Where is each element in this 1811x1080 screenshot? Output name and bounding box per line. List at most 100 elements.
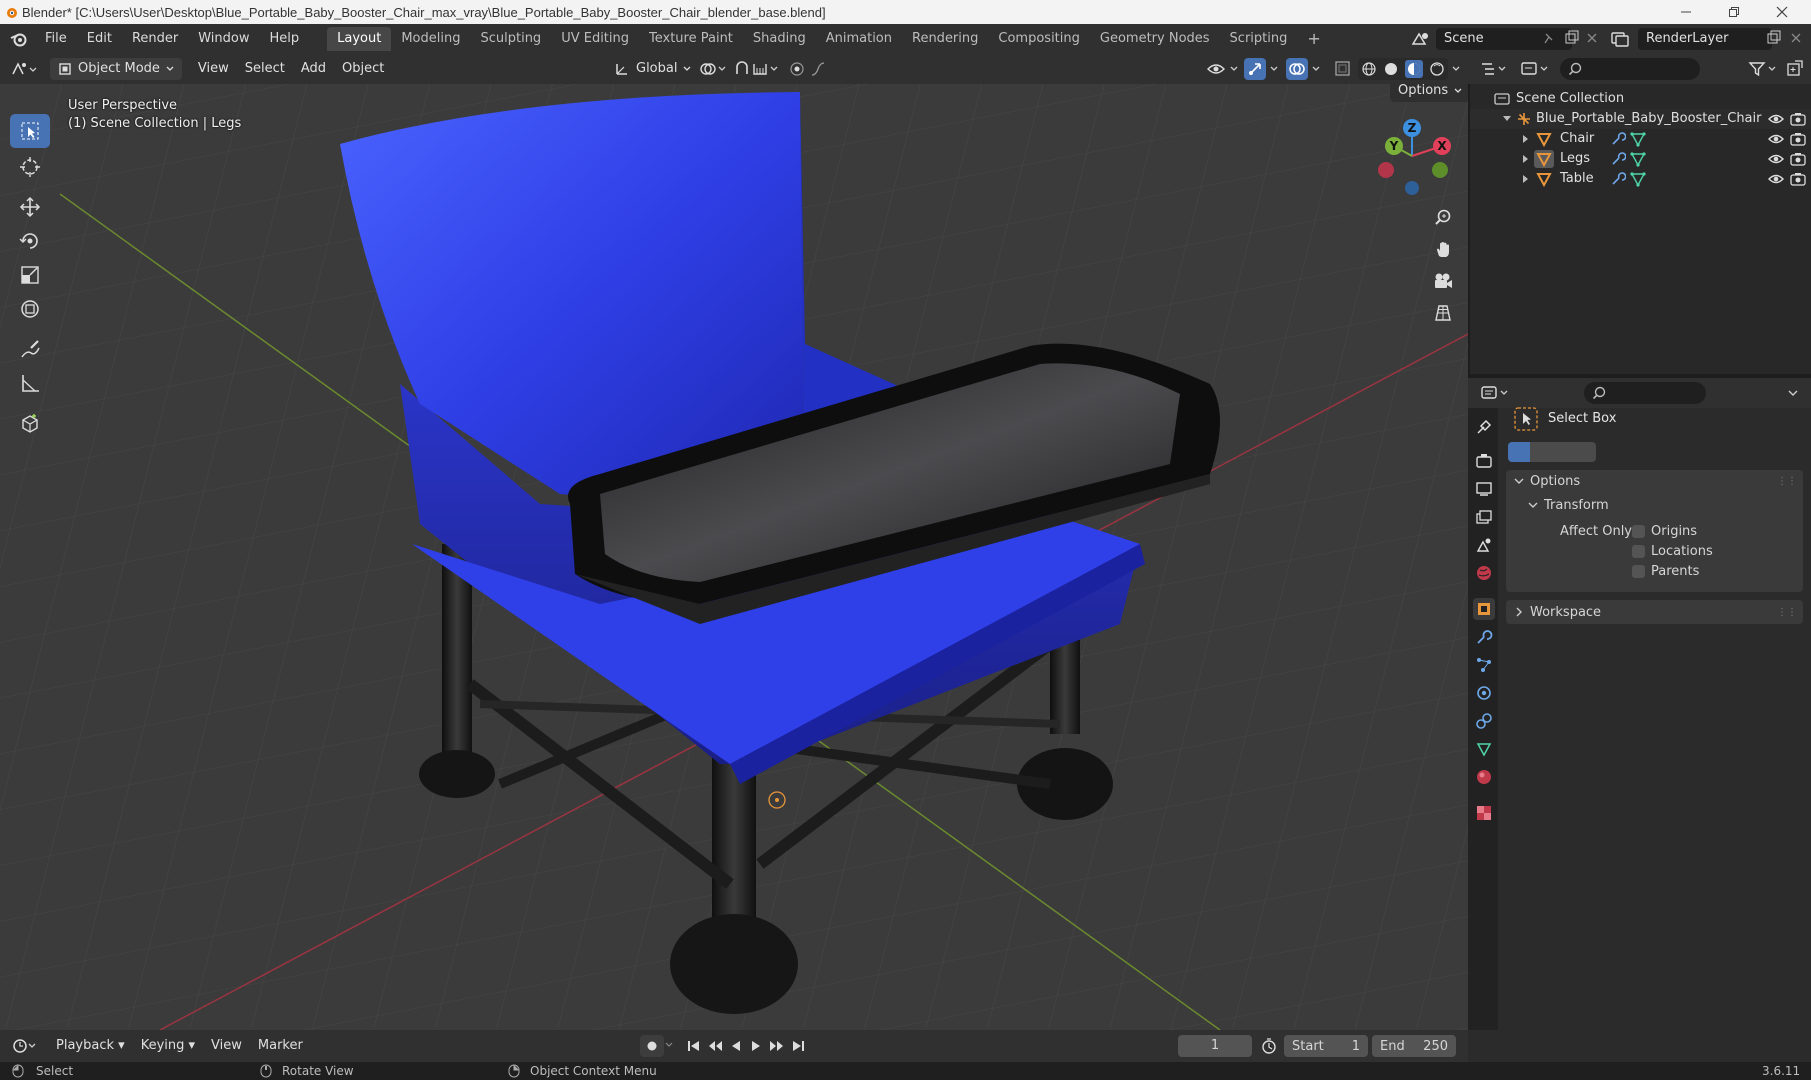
drag-handle-icon[interactable]: ⋮⋮ <box>1777 607 1797 618</box>
measure-tool[interactable] <box>10 366 50 400</box>
snap-icon[interactable] <box>734 60 782 78</box>
tab-scripting[interactable]: Scripting <box>1220 27 1298 51</box>
viewport-options-dropdown[interactable]: Options <box>1390 84 1468 102</box>
move-tool[interactable] <box>10 190 50 224</box>
record-button[interactable] <box>640 1035 664 1057</box>
tab-world[interactable] <box>1473 562 1495 584</box>
overlays-toggle-button[interactable] <box>1286 58 1308 80</box>
outliner-row-table[interactable]: Table <box>1470 169 1811 189</box>
tab-layout[interactable]: Layout <box>327 27 392 51</box>
origins-checkbox[interactable]: Origins <box>1632 524 1697 539</box>
record-dropdown-icon[interactable] <box>664 1040 674 1050</box>
tab-scene[interactable] <box>1473 534 1495 556</box>
mode-set-button[interactable] <box>1508 442 1530 462</box>
new-collection-icon[interactable] <box>1786 60 1804 78</box>
render-layer-field[interactable]: RenderLayer <box>1638 28 1772 50</box>
mode-subtract-button[interactable] <box>1552 442 1574 462</box>
pan-button[interactable] <box>1430 236 1456 262</box>
select-box-tool[interactable] <box>10 114 50 148</box>
cursor-tool[interactable] <box>10 150 50 184</box>
tab-material[interactable] <box>1473 766 1495 788</box>
prev-keyframe-icon[interactable] <box>707 1039 723 1053</box>
outliner-row-chair[interactable]: Chair <box>1470 129 1811 149</box>
eye-icon[interactable] <box>1768 112 1784 126</box>
material-preview-shading-icon[interactable] <box>1405 60 1423 78</box>
outliner-row-scene-collection[interactable]: Scene Collection <box>1470 89 1811 109</box>
chevron-down-icon[interactable] <box>1786 386 1800 400</box>
transform-subpanel-header[interactable]: Transform <box>1506 494 1803 516</box>
minimize-button[interactable] <box>1663 0 1709 24</box>
tab-object[interactable] <box>1473 598 1495 620</box>
add-cube-tool[interactable] <box>10 406 50 440</box>
viewport-menu-object[interactable]: Object <box>334 58 392 80</box>
zoom-button[interactable] <box>1430 204 1456 230</box>
properties-search-input[interactable] <box>1584 382 1706 404</box>
expand-down-icon[interactable] <box>1502 115 1512 123</box>
add-workspace-button[interactable]: + <box>1297 27 1330 51</box>
tab-view-layer[interactable] <box>1473 506 1495 528</box>
workspace-panel[interactable]: Workspace ⋮⋮ <box>1506 600 1803 624</box>
transform-orientation-dropdown[interactable]: Global <box>606 58 699 80</box>
mode-invert-button[interactable] <box>1574 442 1596 462</box>
scale-tool[interactable] <box>10 258 50 292</box>
menu-render[interactable]: Render <box>122 28 188 50</box>
scene-icon[interactable] <box>1410 30 1432 48</box>
tab-physics[interactable] <box>1473 682 1495 704</box>
delete-scene-icon[interactable] <box>1586 32 1598 44</box>
pin-icon[interactable] <box>1542 32 1556 46</box>
visibility-selectability-icon[interactable] <box>1206 60 1242 78</box>
tab-render[interactable] <box>1473 450 1495 472</box>
camera-view-button[interactable] <box>1430 268 1456 294</box>
tab-texture-paint[interactable]: Texture Paint <box>639 27 743 51</box>
menu-help[interactable]: Help <box>260 28 310 50</box>
properties-editor-type-icon[interactable] <box>1480 384 1510 402</box>
render-layer-icon[interactable] <box>1610 30 1630 48</box>
locations-checkbox[interactable]: Locations <box>1632 544 1713 559</box>
outliner-panel[interactable]: Scene Collection Blue_Portable_Baby_Boos… <box>1468 84 1811 374</box>
filter-icon[interactable] <box>1748 60 1778 78</box>
tab-modeling[interactable]: Modeling <box>391 27 470 51</box>
mesh-data-icon[interactable] <box>1630 131 1646 147</box>
play-icon[interactable] <box>749 1039 763 1053</box>
tab-rendering[interactable]: Rendering <box>902 27 988 51</box>
modifier-wrench-icon[interactable] <box>1610 131 1626 147</box>
viewport-menu-select[interactable]: Select <box>237 58 293 80</box>
jump-end-icon[interactable] <box>791 1039 805 1053</box>
mesh-data-icon[interactable] <box>1630 171 1646 187</box>
camera-render-icon[interactable] <box>1790 172 1806 186</box>
expand-right-icon[interactable] <box>1522 134 1530 144</box>
rendered-shading-icon[interactable] <box>1429 61 1445 77</box>
menu-window[interactable]: Window <box>188 28 259 50</box>
annotate-tool[interactable] <box>10 332 50 366</box>
viewport-scene[interactable] <box>0 84 1468 1030</box>
drag-handle-icon[interactable]: ⋮⋮ <box>1777 476 1797 487</box>
eye-icon[interactable] <box>1768 152 1784 166</box>
camera-render-icon[interactable] <box>1790 112 1806 126</box>
proportional-editing-icon[interactable] <box>788 60 836 78</box>
tab-tool[interactable] <box>1473 416 1495 438</box>
tab-animation[interactable]: Animation <box>816 27 902 51</box>
wireframe-shading-icon[interactable] <box>1361 61 1377 77</box>
options-panel-header[interactable]: Options ⋮⋮ <box>1506 470 1803 492</box>
tab-texture[interactable] <box>1473 802 1495 824</box>
mode-dropdown[interactable]: Object Mode <box>50 58 182 80</box>
display-mode-icon[interactable] <box>1520 60 1550 78</box>
mesh-data-icon[interactable] <box>1630 151 1646 167</box>
timeline-menu-marker[interactable]: Marker <box>250 1035 311 1057</box>
pivot-point-icon[interactable] <box>698 60 728 78</box>
tab-particles[interactable] <box>1473 654 1495 676</box>
menu-file[interactable]: File <box>35 28 77 50</box>
viewport-menu-add[interactable]: Add <box>293 58 334 80</box>
outliner-search-input[interactable] <box>1560 58 1700 80</box>
outliner-row-legs[interactable]: Legs <box>1470 149 1811 169</box>
eye-icon[interactable] <box>1768 132 1784 146</box>
camera-render-icon[interactable] <box>1790 132 1806 146</box>
tab-sculpting[interactable]: Sculpting <box>470 27 551 51</box>
stopwatch-icon[interactable] <box>1260 1037 1278 1055</box>
timeline-menu-playback[interactable]: Playback ▾ <box>48 1035 133 1057</box>
tab-geometry-nodes[interactable]: Geometry Nodes <box>1090 27 1220 51</box>
next-keyframe-icon[interactable] <box>769 1039 785 1053</box>
mode-extend-button[interactable] <box>1530 442 1552 462</box>
tab-constraints[interactable] <box>1473 710 1495 732</box>
new-scene-icon[interactable] <box>1564 30 1580 46</box>
